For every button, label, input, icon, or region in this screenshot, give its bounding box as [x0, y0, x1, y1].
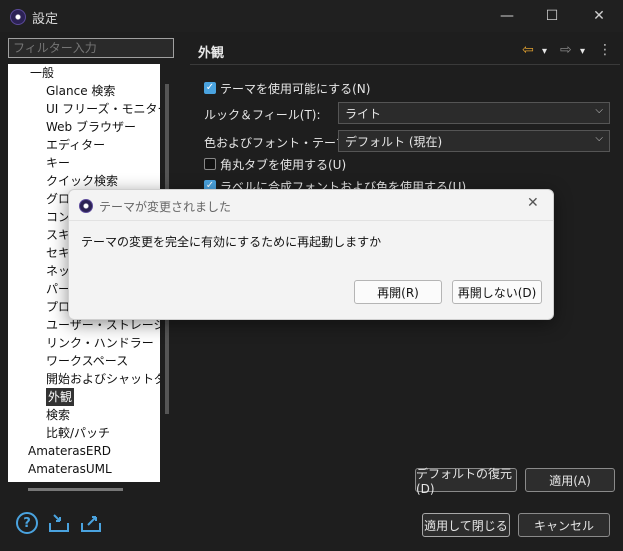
eclipse-icon — [79, 199, 93, 213]
color-font-select[interactable]: デフォルト (現在) ⌵ — [338, 130, 610, 152]
enable-theme-checkbox[interactable]: ✓ — [204, 82, 216, 94]
forward-dropdown-icon[interactable]: ▾ — [580, 46, 585, 57]
dialog-title: テーマが変更されました — [99, 200, 232, 214]
window-title: 設定 — [32, 12, 59, 27]
tree-item[interactable]: エディター — [46, 136, 105, 154]
restart-dialog: テーマが変更されました ✕ テーマの変更を完全に有効にするために再起動しますか … — [68, 189, 554, 320]
tree-item[interactable]: Glance 検索 — [46, 82, 115, 100]
title-bar: 設定 — ☐ ✕ — [0, 0, 623, 32]
tree-item[interactable]: 検索 — [46, 406, 70, 424]
dialog-divider — [69, 220, 553, 221]
view-menu-icon[interactable]: ⋮ — [598, 42, 612, 58]
tree-item[interactable]: キー — [46, 154, 70, 172]
back-dropdown-icon[interactable]: ▾ — [542, 46, 547, 57]
eclipse-icon — [10, 9, 26, 25]
help-icon[interactable]: ? — [16, 512, 38, 534]
tree-item[interactable]: リンク・ハンドラー — [46, 334, 154, 352]
header-separator — [190, 64, 620, 65]
chevron-down-icon: ⌵ — [595, 105, 603, 116]
tree-item[interactable]: 外観 — [46, 388, 75, 406]
round-tabs-checkbox[interactable] — [204, 158, 216, 170]
export-icon[interactable] — [80, 512, 102, 534]
tree-item[interactable]: Web ブラウザー — [46, 118, 136, 136]
tree-item[interactable]: 一般 — [30, 64, 54, 82]
forward-icon[interactable]: ⇨ — [560, 42, 572, 58]
page-title: 外観 — [198, 46, 225, 61]
enable-theme-label: テーマを使用可能にする(N) — [220, 82, 371, 96]
back-icon[interactable]: ⇦ — [522, 42, 534, 58]
apply-and-close-button[interactable]: 適用して閉じる — [422, 513, 510, 537]
tree-item[interactable]: クイック検索 — [46, 172, 118, 190]
tree-item[interactable]: 開始およびシャットダウン — [46, 370, 174, 388]
tree-item[interactable]: セキ — [46, 244, 70, 262]
tree-horizontal-scrollbar[interactable] — [8, 482, 174, 496]
dialog-close-icon[interactable]: ✕ — [527, 195, 539, 211]
close-button[interactable]: ✕ — [576, 0, 622, 32]
cancel-button[interactable]: キャンセル — [518, 513, 610, 537]
apply-button[interactable]: 適用(A) — [525, 468, 615, 492]
color-font-value: デフォルト (現在) — [345, 135, 443, 149]
import-icon[interactable] — [48, 512, 70, 534]
filter-input[interactable] — [8, 38, 174, 58]
look-feel-value: ライト — [345, 107, 382, 121]
dialog-message: テーマの変更を完全に有効にするために再起動しますか — [81, 235, 382, 249]
round-tabs-label: 角丸タブを使用する(U) — [220, 158, 347, 172]
tree-item[interactable]: AmaterasUML — [28, 460, 112, 478]
tree-hscroll-thumb[interactable] — [28, 488, 123, 491]
look-feel-select[interactable]: ライト ⌵ — [338, 102, 610, 124]
look-feel-label: ルック＆フィール(T): — [204, 108, 321, 122]
restart-button[interactable]: 再開(R) — [354, 280, 442, 304]
maximize-button[interactable]: ☐ — [529, 0, 575, 32]
chevron-down-icon: ⌵ — [595, 133, 603, 144]
tree-item[interactable]: 比較/パッチ — [46, 424, 110, 442]
tree-item[interactable]: スキ — [46, 226, 70, 244]
no-restart-button[interactable]: 再開しない(D) — [452, 280, 542, 304]
tree-item[interactable]: UI フリーズ・モニター — [46, 100, 170, 118]
tree-item[interactable]: AmaterasERD — [28, 442, 111, 460]
tree-item[interactable]: ワークスペース — [46, 352, 128, 370]
minimize-button[interactable]: — — [484, 0, 530, 32]
restore-defaults-button[interactable]: デフォルトの復元(D) — [415, 467, 517, 496]
